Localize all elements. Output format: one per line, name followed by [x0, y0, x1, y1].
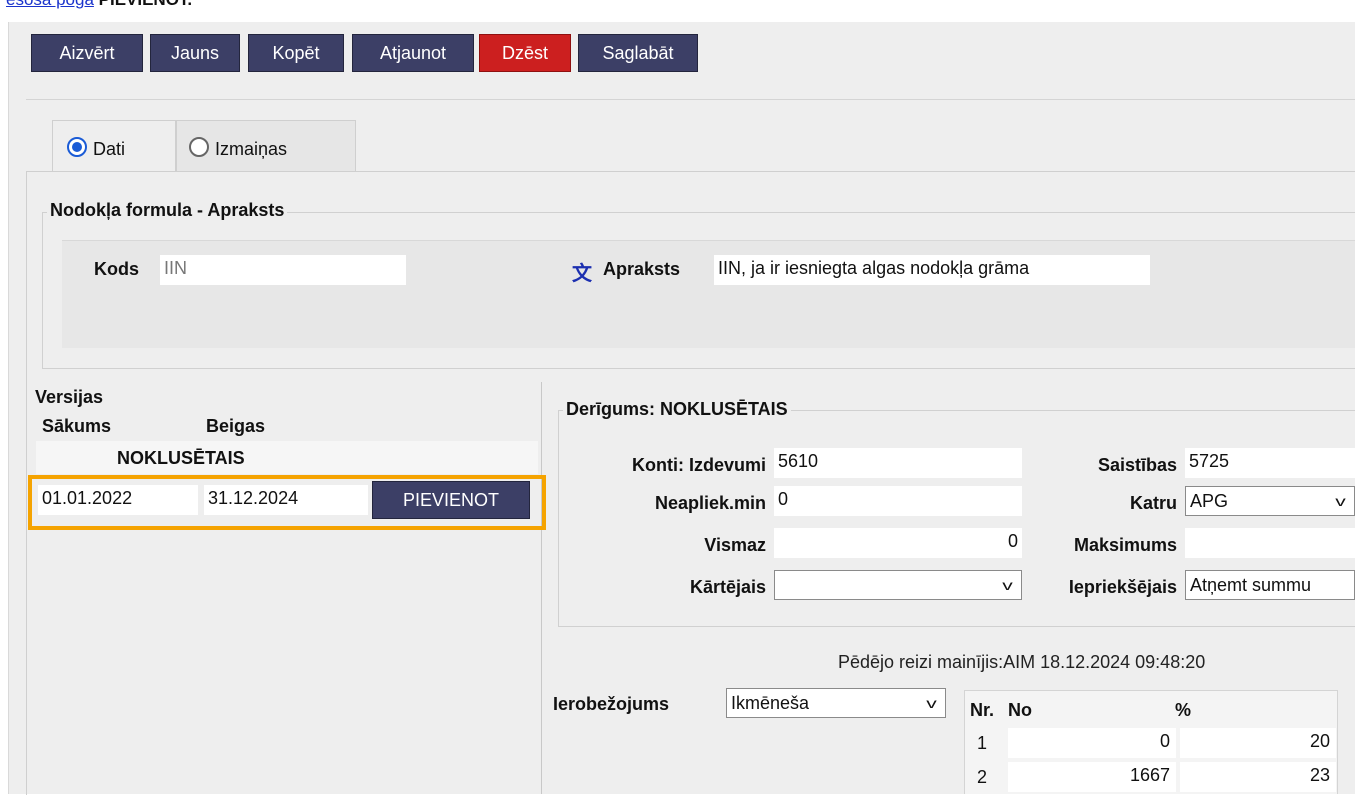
- refresh-button[interactable]: Atjaunot: [352, 34, 474, 72]
- versions-title: Versijas: [35, 387, 104, 407]
- version-start-field[interactable]: 01.01.2022: [38, 485, 198, 515]
- limit-row-percent-field[interactable]: 23: [1180, 762, 1336, 792]
- tab-dati[interactable]: Dati: [52, 120, 176, 172]
- vismaz-label: Vismaz: [704, 535, 766, 555]
- chevron-down-icon: v: [1002, 577, 1013, 593]
- radio-selected-icon[interactable]: [67, 136, 87, 157]
- saistibas-field[interactable]: 5725: [1185, 448, 1355, 478]
- last-changed-text: Pēdējo reizi mainījis:AIM 18.12.2024 09:…: [838, 652, 1206, 672]
- limit-select-value: Ikmēneša: [731, 692, 810, 713]
- limit-row-from-field[interactable]: 1667: [1008, 762, 1176, 792]
- vismaz-field[interactable]: 0: [774, 528, 1022, 558]
- tab-izmainas-label: Izmaiņas: [215, 139, 288, 159]
- kartejais-label: Kārtējais: [689, 577, 766, 597]
- column-splitter[interactable]: [541, 382, 542, 794]
- top-link-line: esošā pogā PIEVIENOT.: [6, 0, 192, 10]
- limit-row-nr: 2: [977, 767, 988, 787]
- kods-label: Kods: [94, 259, 139, 279]
- katru-select[interactable]: APG v: [1185, 486, 1355, 516]
- kods-field[interactable]: IIN: [160, 255, 406, 285]
- radio-unselected-icon[interactable]: [189, 136, 209, 157]
- tab-dati-label: Dati: [93, 139, 126, 159]
- delete-button[interactable]: Dzēst: [479, 34, 571, 72]
- validity-legend: Derīgums: NOKLUSĒTAIS: [563, 399, 791, 420]
- versions-col-start: Sākums: [42, 416, 112, 436]
- toolbar-divider: [26, 99, 1355, 100]
- versions-col-end: Beigas: [206, 416, 266, 436]
- limit-col-nr: Nr.: [970, 700, 995, 720]
- ieprieksejais-select-value: Atņemt summu: [1190, 574, 1312, 595]
- limit-col-no: No: [1008, 700, 1032, 720]
- apraksts-field[interactable]: IIN, ja ir iesniegta algas nodokļa grāma: [714, 255, 1150, 285]
- konti-label: Konti: Izdevumi: [632, 455, 766, 475]
- maksimums-label: Maksimums: [1073, 535, 1177, 555]
- tab-izmainas[interactable]: Izmaiņas: [176, 120, 356, 172]
- limit-row-percent-field[interactable]: 20: [1180, 728, 1336, 758]
- versions-group-row: [36, 441, 538, 474]
- neapliek-label: Neapliek.min: [654, 493, 766, 513]
- konti-field[interactable]: 5610: [774, 448, 1022, 478]
- limit-row-nr: 1: [977, 733, 988, 753]
- kartejais-select[interactable]: v: [774, 570, 1022, 600]
- existing-button-link[interactable]: esošā pogā: [6, 0, 94, 9]
- add-version-button[interactable]: PIEVIENOT: [372, 481, 530, 519]
- neapliek-field[interactable]: 0: [774, 486, 1022, 516]
- limit-row-from-field[interactable]: 0: [1008, 728, 1176, 758]
- saistibas-label: Saistības: [1097, 455, 1177, 475]
- translate-icon[interactable]: 文: [572, 257, 592, 286]
- limit-select[interactable]: Ikmēneša v: [726, 688, 946, 718]
- ieprieksejais-select[interactable]: Atņemt summu: [1185, 570, 1355, 600]
- close-button[interactable]: Aizvērt: [31, 34, 143, 72]
- save-button[interactable]: Saglabāt: [578, 34, 698, 72]
- apraksts-label: Apraksts: [603, 259, 681, 279]
- version-end-field[interactable]: 31.12.2024: [204, 485, 368, 515]
- katru-label: Katru: [1129, 493, 1177, 513]
- copy-button[interactable]: Kopēt: [248, 34, 344, 72]
- chevron-down-icon: v: [926, 695, 937, 711]
- katru-select-value: APG: [1190, 490, 1229, 511]
- versions-group-label: NOKLUSĒTAIS: [117, 448, 245, 468]
- limit-col-pct: %: [1175, 700, 1192, 720]
- ieprieksejais-label: Iepriekšējais: [1068, 577, 1177, 597]
- description-legend: Nodokļa formula - Apraksts: [47, 200, 288, 221]
- new-button[interactable]: Jauns: [150, 34, 240, 72]
- chevron-down-icon: v: [1335, 493, 1346, 509]
- maksimums-field[interactable]: [1185, 528, 1355, 558]
- top-link-rest: PIEVIENOT.: [94, 0, 193, 9]
- limit-label: Ierobežojums: [553, 694, 670, 714]
